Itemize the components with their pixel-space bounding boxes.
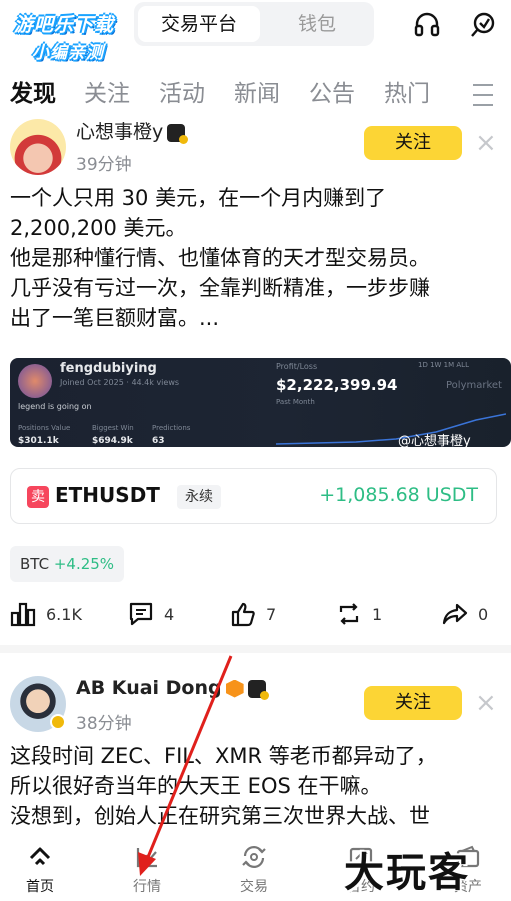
author-name[interactable]: 心想事橙y: [76, 117, 189, 144]
author-name-text: AB Kuai Dong: [76, 677, 222, 699]
nav-home[interactable]: 首页: [0, 844, 80, 896]
embed-stat-value: $694.9k: [92, 436, 133, 446]
nav-trade[interactable]: 交易: [214, 844, 294, 896]
thumbs-up-icon: [231, 602, 255, 627]
trade-pair: ETHUSDT: [55, 483, 160, 507]
embed-platform: Polymarket: [446, 380, 502, 391]
author-name[interactable]: AB Kuai Dong: [76, 677, 269, 700]
category-tabs: 发现 关注 活动 新闻 公告 热门: [0, 70, 511, 110]
embed-username: fengdubiying: [60, 361, 157, 376]
site-watermark-bottom: 大玩客: [344, 850, 470, 896]
level-badge-icon: [225, 679, 244, 698]
verified-dot-icon: [50, 714, 66, 730]
comment-icon: [129, 602, 153, 626]
nav-markets[interactable]: 行情: [107, 844, 187, 896]
trade-icon: [242, 846, 266, 868]
share-button[interactable]: 0: [442, 596, 488, 632]
coin-change: +4.25%: [53, 555, 115, 573]
embed-pl-value: $2,222,399.94: [276, 376, 398, 394]
reposts-count: 1: [372, 604, 383, 624]
embed-avatar: [18, 364, 52, 398]
tab-following[interactable]: 关注: [84, 74, 130, 108]
post-line: 没想到，创始人正在研究第三次世界大战、世: [10, 804, 430, 828]
close-icon[interactable]: ×: [475, 690, 497, 716]
nav-label: 首页: [26, 879, 54, 895]
tab-exchange[interactable]: 交易平台: [138, 6, 260, 42]
verified-badge-icon: [247, 679, 269, 700]
embed-stat-label: Predictions: [152, 424, 191, 432]
watermark-line-2: 小编亲测: [32, 43, 104, 63]
tab-news[interactable]: 新闻: [234, 74, 280, 108]
sell-tag: 卖: [27, 486, 49, 508]
tab-wallet[interactable]: 钱包: [264, 6, 370, 42]
embed-pl-label: Profit/Loss: [276, 362, 318, 371]
post-divider: [0, 645, 511, 653]
post-body[interactable]: 这段时间 ZEC、FIL、XMR 等老币都异动了， 所以很好奇当年的大天王 EO…: [10, 741, 500, 831]
author-name-text: 心想事橙y: [76, 121, 164, 143]
nav-label: 行情: [133, 879, 161, 895]
contract-type: 永续: [177, 485, 221, 509]
views-count: 6.1K: [46, 604, 82, 624]
embed-stat-label: Positions Value: [18, 424, 71, 432]
site-watermark: 游吧乐下载 小编亲测: [14, 10, 144, 63]
embed-period: Past Month: [276, 398, 315, 406]
post-time: 38分钟: [76, 714, 132, 734]
embed-pnl-chart: [276, 413, 506, 445]
repost-button[interactable]: 1: [336, 596, 382, 632]
shares-count: 0: [478, 604, 489, 624]
post-line: 几乎没有亏过一次，全靠判断精准，一步步赚: [10, 276, 430, 300]
likes-count: 7: [266, 604, 277, 624]
tab-announcements[interactable]: 公告: [309, 74, 355, 108]
embed-ranges: 1D 1W 1M ALL: [418, 361, 469, 369]
trade-pnl: +1,085.68 USDT: [319, 484, 478, 506]
post-line: 一个人只用 30 美元，在一个月内赚到了: [10, 186, 387, 210]
embed-stat-value: $301.1k: [18, 436, 59, 446]
embed-stat-value: 63: [152, 436, 165, 446]
post-line: 他是那种懂行情、也懂体育的天才型交易员。: [10, 246, 430, 270]
top-bar: 游吧乐下载 小编亲测 交易平台 钱包: [0, 0, 511, 63]
tab-trending[interactable]: 热门: [384, 74, 430, 108]
views-button[interactable]: 6.1K: [10, 596, 82, 632]
headset-icon[interactable]: [412, 10, 442, 40]
watermark-line-1: 游吧乐下载: [14, 14, 115, 36]
embed-handle: @心想事橙y: [398, 434, 471, 447]
embed-subtitle: Joined Oct 2025 · 44.4k views: [60, 378, 180, 387]
post-line: 出了一笔巨额财富。...: [10, 306, 220, 330]
coin-chip[interactable]: BTC +4.25%: [10, 546, 125, 582]
post-line: 2,200,200 美元。: [10, 216, 187, 240]
markets-icon: [136, 848, 157, 868]
avatar[interactable]: [10, 119, 66, 175]
home-icon: [29, 847, 51, 866]
embedded-image[interactable]: fengdubiying Joined Oct 2025 · 44.4k vie…: [10, 358, 511, 447]
post-line: 所以很好奇当年的大天王 EOS 在干嘛。: [10, 774, 382, 798]
tab-activities[interactable]: 活动: [159, 74, 205, 108]
verified-badge-icon: [167, 123, 189, 144]
trade-card[interactable]: 卖 ETHUSDT 永续 +1,085.68 USDT: [10, 468, 497, 524]
comments-count: 4: [164, 604, 175, 624]
post-time: 39分钟: [76, 155, 132, 175]
close-icon[interactable]: ×: [475, 130, 497, 156]
post-line: 这段时间 ZEC、FIL、XMR 等老币都异动了，: [10, 744, 437, 768]
embed-stat-label: Biggest Win: [92, 424, 134, 432]
post-body[interactable]: 一个人只用 30 美元，在一个月内赚到了 2,200,200 美元。 他是那种懂…: [10, 183, 500, 333]
platform-switch: 交易平台 钱包: [134, 2, 374, 46]
nav-label: 交易: [240, 879, 268, 895]
like-button[interactable]: 7: [230, 596, 276, 632]
share-icon: [442, 603, 468, 625]
coin-symbol: BTC: [20, 555, 50, 573]
tab-discover[interactable]: 发现: [10, 74, 56, 108]
embed-bio: legend is going on: [18, 402, 92, 411]
follow-button[interactable]: 关注: [364, 126, 462, 160]
menu-icon[interactable]: [473, 84, 493, 106]
comment-button[interactable]: 4: [128, 596, 174, 632]
repost-icon: [339, 603, 359, 625]
support-icon[interactable]: [468, 10, 498, 40]
post-actions: 6.1K 4 7 1 0: [0, 596, 511, 632]
follow-button[interactable]: 关注: [364, 686, 462, 720]
bar-chart-icon: [10, 602, 36, 627]
